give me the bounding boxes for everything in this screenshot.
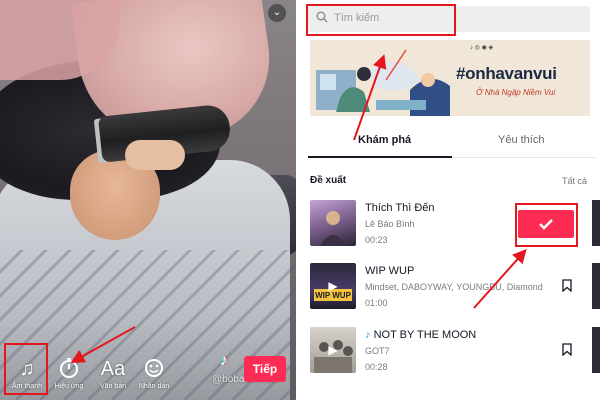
text-icon: Aa (100, 358, 126, 380)
tab-explore[interactable]: Khám phá (358, 134, 411, 146)
sticker-icon (133, 357, 175, 381)
album-cover: ▶ (310, 327, 356, 373)
bookmark-icon[interactable] (562, 343, 572, 356)
song-artist: GOT7 (365, 346, 390, 356)
bookmark-icon[interactable] (562, 279, 572, 292)
banner-hashtag: #onhavanvui (456, 64, 557, 83)
tool-label: Nhãn dán (138, 383, 170, 390)
album-cover: WIP WUP ▶ (310, 263, 356, 309)
song-item[interactable]: ▶ ♪ NOT BY THE MOON GOT7 00:28 (310, 327, 596, 379)
edge-item (592, 263, 600, 309)
text-tool-button[interactable]: Aa Văn bản (92, 357, 134, 390)
timer-effect-icon (48, 357, 90, 381)
sound-tabs: Khám phá Yêu thích (308, 126, 596, 158)
sponsor-logos: ♪ ◎ ◉ ◈ (470, 45, 494, 51)
video-editor-preview: ⌄ ♫ Âm thanh Hiệu ứng Aa Văn bản Nhãn dá… (0, 0, 296, 400)
play-icon[interactable]: ▶ (325, 278, 341, 294)
album-cover (310, 200, 356, 246)
song-duration: 00:28 (365, 362, 388, 372)
promo-banner[interactable]: ♪ ◎ ◉ ◈ #onhavanvui Ở Nhà Ngập Niềm Vui (310, 40, 590, 116)
use-sound-highlight-box (515, 203, 578, 247)
search-highlight-box (306, 4, 456, 36)
song-artist: Mindset, DABOYWAY, YOUNGBU, Diamond (365, 282, 543, 292)
section-title: Đề xuất (310, 175, 347, 186)
song-item[interactable]: WIP WUP ▶ WIP WUP Mindset, DABOYWAY, YOU… (310, 263, 596, 315)
sounds-highlight-box (4, 343, 48, 395)
banner-subtitle: Ở Nhà Ngập Niềm Vui (476, 88, 556, 97)
song-title: ♪ NOT BY THE MOON (365, 329, 477, 341)
next-button[interactable]: Tiếp (244, 356, 286, 382)
banner-illustration (310, 40, 460, 116)
song-title: Thích Thì Đến (365, 202, 435, 214)
active-tab-indicator (308, 156, 452, 158)
tool-label: Hiệu ứng (54, 383, 84, 390)
song-artist: Lê Bảo Bình (365, 219, 415, 229)
tool-label: Văn bản (99, 383, 127, 390)
song-duration: 01:00 (365, 298, 388, 308)
song-title: WIP WUP (365, 265, 415, 277)
panel-divider (296, 0, 304, 400)
sound-picker: Tìm kiếm ♪ ◎ ◉ ◈ #onhavanvui Ở Nhà Ngập … (304, 0, 600, 400)
edge-item (592, 327, 600, 373)
effects-tool-button[interactable]: Hiệu ứng (48, 357, 90, 390)
stickers-tool-button[interactable]: Nhãn dán (133, 357, 175, 390)
chevron-down-icon[interactable]: ⌄ (268, 4, 286, 22)
play-icon[interactable]: ▶ (325, 342, 341, 358)
tiktok-logo-icon: ♪ (220, 352, 228, 369)
tab-favorites[interactable]: Yêu thích (498, 134, 544, 146)
see-all-link[interactable]: Tất cả (562, 176, 587, 186)
edge-item (592, 200, 600, 246)
song-duration: 00:23 (365, 235, 388, 245)
